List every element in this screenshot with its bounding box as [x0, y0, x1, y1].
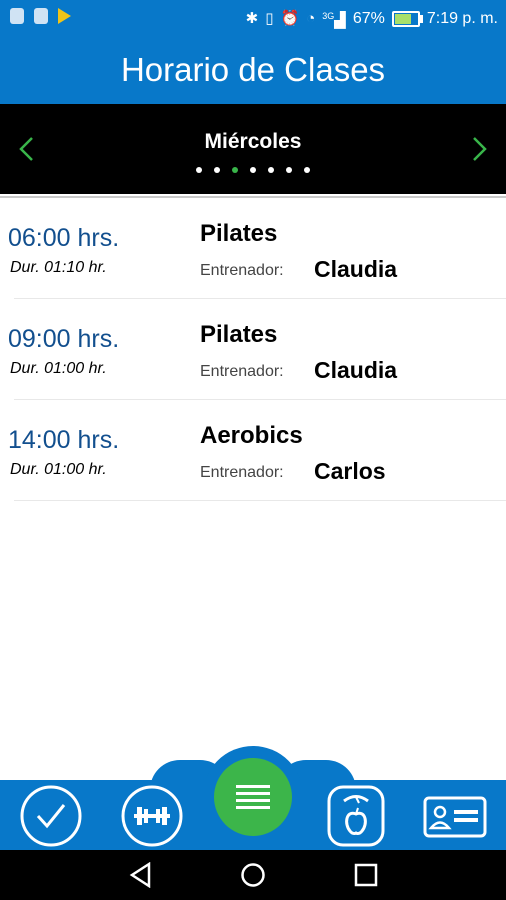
bluetooth-icon: ✱	[245, 9, 259, 27]
class-duration: Dur. 01:00 hr.	[10, 461, 107, 478]
class-item[interactable]: 14:00 hrs. Dur. 01:00 hr. Aerobics Entre…	[0, 400, 506, 501]
vibrate-icon: ▯	[265, 9, 274, 27]
page-dot	[250, 167, 256, 173]
battery-icon	[391, 10, 423, 27]
home-button[interactable]	[240, 862, 266, 888]
day-name: Miércoles	[204, 130, 302, 153]
trainer-label: Entrenador:	[200, 464, 284, 481]
dumbbell-icon[interactable]	[120, 784, 184, 848]
scale-icon[interactable]	[324, 784, 388, 848]
page-dot	[304, 167, 310, 173]
system-icons: ✱ ▯ ⏰ ◔ 3G▟ 67% 7:19 p. m.	[246, 7, 498, 30]
next-day-button[interactable]	[464, 134, 494, 164]
back-button[interactable]	[128, 862, 154, 888]
id-card-icon[interactable]	[422, 784, 488, 848]
class-name: Pilates	[200, 220, 278, 247]
home-icon	[241, 863, 265, 887]
page-dot	[214, 167, 220, 173]
class-duration: Dur. 01:10 hr.	[10, 259, 107, 276]
class-item[interactable]: 09:00 hrs. Dur. 01:00 hr. Pilates Entren…	[0, 299, 506, 400]
class-time: 14:00 hrs.	[8, 426, 120, 454]
page-dot	[196, 167, 202, 173]
recents-icon	[354, 863, 378, 887]
trainer-label: Entrenador:	[200, 363, 284, 380]
play-store-icon	[58, 8, 71, 24]
app-header: Horario de Clases	[0, 36, 506, 104]
page-title: Horario de Clases	[120, 51, 386, 88]
check-icon[interactable]	[19, 784, 83, 848]
menu-button[interactable]	[214, 758, 292, 836]
class-item[interactable]: 06:00 hrs. Dur. 01:10 hr. Pilates Entren…	[0, 198, 506, 299]
signal-icon: 3G▟	[322, 11, 346, 29]
status-bar: ✱ ▯ ⏰ ◔ 3G▟ 67% 7:19 p. m.	[0, 0, 506, 36]
trainer-label: Entrenador:	[200, 262, 284, 279]
message-notification-icon	[34, 8, 48, 24]
row-divider	[14, 500, 506, 501]
trainer-name: Claudia	[314, 256, 398, 282]
class-name: Pilates	[200, 321, 278, 348]
back-icon	[129, 862, 151, 888]
class-time: 06:00 hrs.	[8, 224, 120, 252]
class-duration: Dur. 01:00 hr.	[10, 360, 107, 377]
alarm-icon: ⏰	[280, 9, 300, 27]
trainer-name: Claudia	[314, 357, 398, 383]
network-type: 3G	[322, 11, 335, 21]
class-name: Aerobics	[200, 422, 303, 449]
day-selector: Miércoles	[0, 104, 506, 198]
system-navigation-bar	[0, 850, 506, 900]
page-dot	[232, 167, 238, 173]
class-time: 09:00 hrs.	[8, 325, 120, 353]
menu-icon	[236, 785, 270, 809]
trainer-name: Carlos	[314, 458, 386, 484]
chevron-right-icon	[473, 137, 487, 161]
page-indicator	[0, 167, 506, 173]
battery-percent: 67%	[352, 9, 385, 27]
wifi-icon: ◔	[306, 9, 316, 27]
page-dot	[268, 167, 274, 173]
app-notification-icon	[10, 8, 24, 24]
recents-button[interactable]	[353, 862, 379, 888]
notification-icons	[10, 8, 71, 24]
class-list: 06:00 hrs. Dur. 01:10 hr. Pilates Entren…	[0, 198, 506, 501]
page-dot	[286, 167, 292, 173]
clock: 7:19 p. m.	[426, 9, 498, 27]
